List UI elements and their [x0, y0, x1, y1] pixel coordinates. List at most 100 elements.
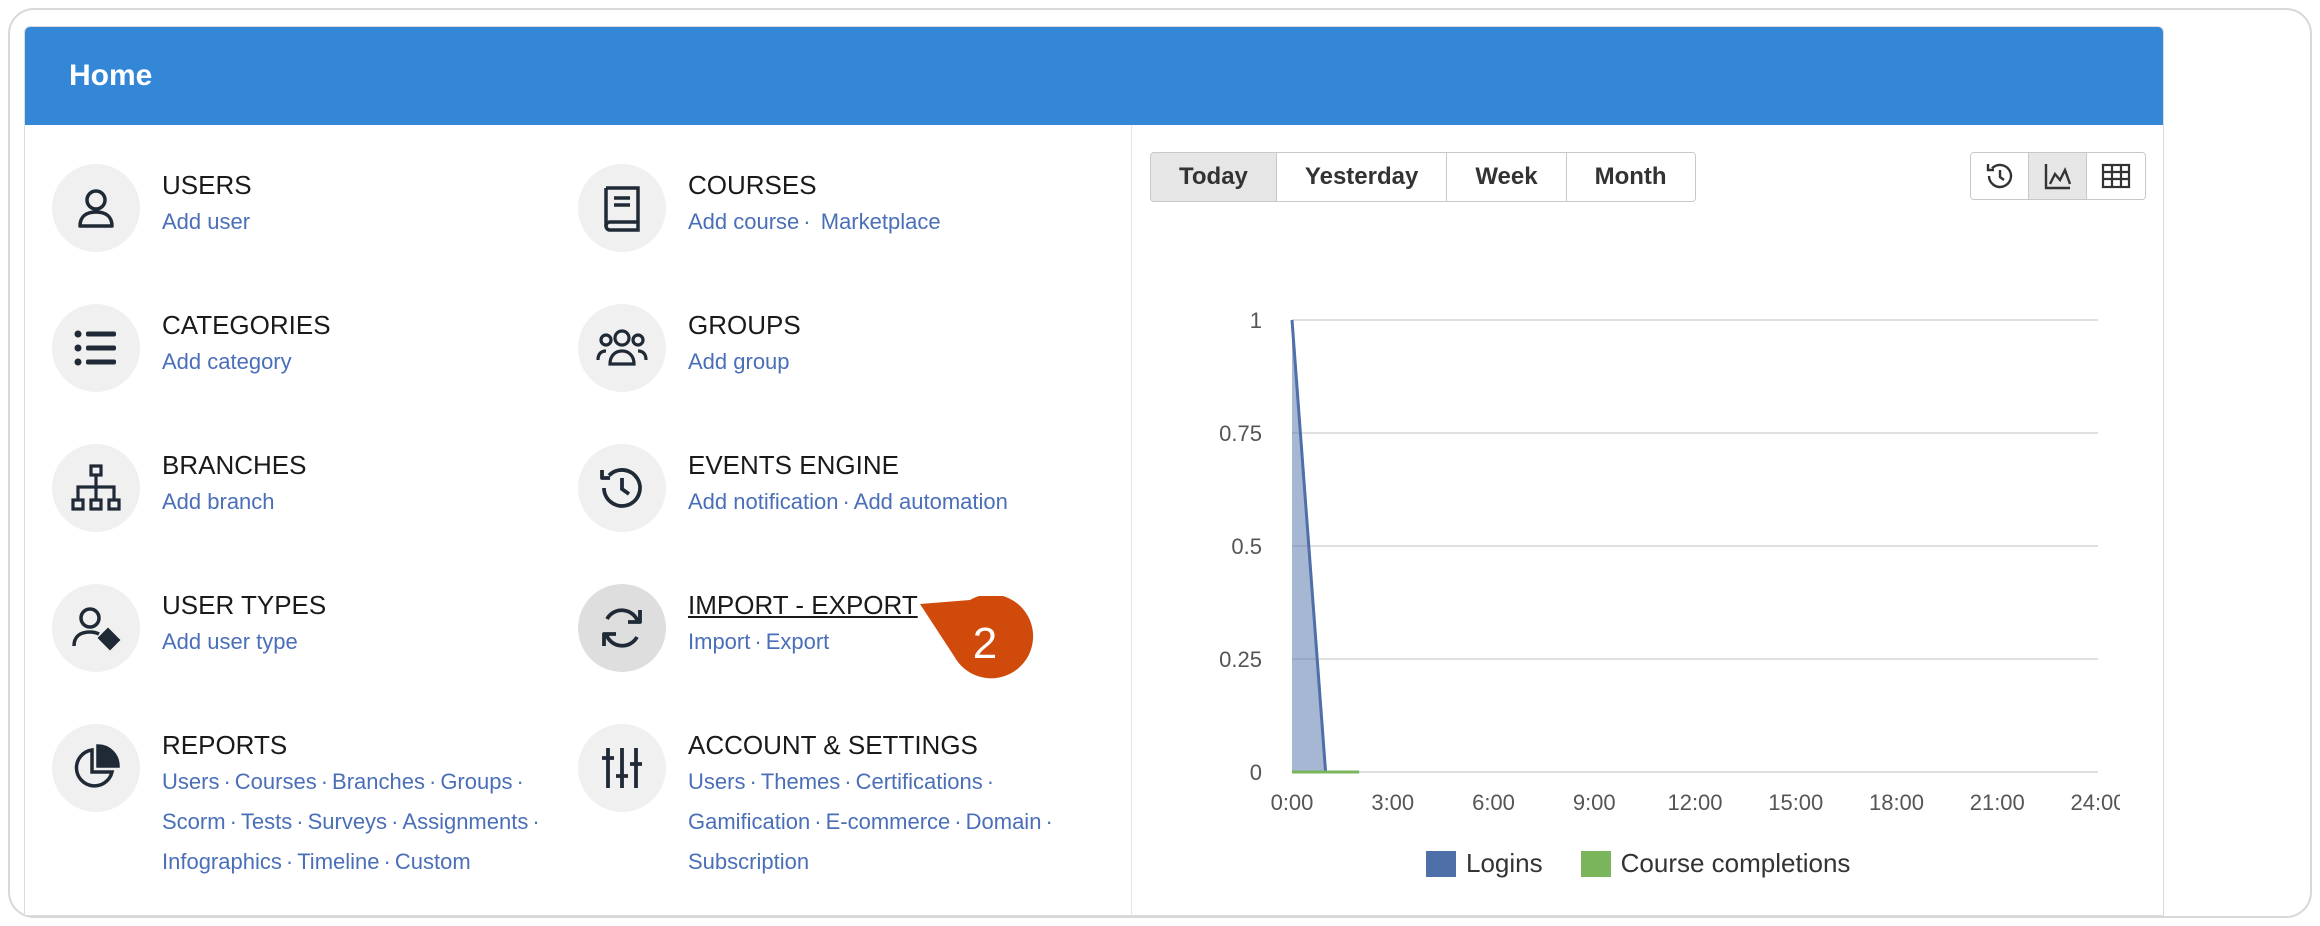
tab-today[interactable]: Today [1151, 153, 1277, 201]
reports-timeline-link[interactable]: Timeline [297, 849, 379, 874]
reports-section: REPORTS Users · Courses · Branches · Groups · S… [52, 724, 562, 882]
x-tick-label: 18:00 [1869, 790, 1924, 815]
reports-custom-link[interactable]: Custom [395, 849, 471, 874]
separator: · [229, 809, 237, 834]
groups-title[interactable]: GROUPS [688, 308, 801, 342]
x-tick-label: 24:00 [2070, 790, 2120, 815]
users-group-icon[interactable] [578, 304, 666, 392]
book-icon[interactable] [578, 164, 666, 252]
history-view-button[interactable] [1971, 153, 2029, 199]
separator: · [428, 769, 437, 794]
separator: · [814, 809, 822, 834]
tab-month[interactable]: Month [1566, 153, 1695, 201]
separator: · [749, 769, 757, 794]
chart-view-button[interactable] [2029, 153, 2087, 199]
reports-surveys-link[interactable]: Surveys [308, 809, 387, 834]
settings-domain-link[interactable]: Domain [966, 809, 1042, 834]
sync-icon[interactable] [578, 584, 666, 672]
settings-ecommerce-link[interactable]: E-commerce [826, 809, 951, 834]
export-link[interactable]: Export [766, 629, 830, 654]
history-icon[interactable] [578, 444, 666, 532]
pie-chart-icon[interactable] [52, 724, 140, 812]
add-category-link[interactable]: Add category [162, 349, 292, 374]
x-tick-label: 6:00 [1472, 790, 1515, 815]
import-link[interactable]: Import [688, 629, 750, 654]
y-tick-label: 0.75 [1219, 421, 1262, 446]
separator: · [803, 209, 811, 234]
reports-branches-link[interactable]: Branches [332, 769, 425, 794]
reports-infographics-link[interactable]: Infographics [162, 849, 282, 874]
reports-assignments-link[interactable]: Assignments [402, 809, 528, 834]
add-user-link[interactable]: Add user [162, 209, 250, 234]
marketplace-link[interactable]: Marketplace [821, 209, 941, 234]
separator: · [391, 809, 399, 834]
separator: · [320, 769, 329, 794]
legend-completions-label: Course completions [1620, 848, 1851, 878]
add-user-type-link[interactable]: Add user type [162, 629, 298, 654]
list-icon[interactable] [52, 304, 140, 392]
settings-subscription-link[interactable]: Subscription [688, 849, 809, 874]
legend-logins-label: Logins [1466, 848, 1543, 878]
events-engine-title[interactable]: EVENTS ENGINE [688, 448, 1008, 482]
separator: · [516, 769, 524, 794]
reports-title[interactable]: REPORTS [162, 728, 562, 762]
reports-tests-link[interactable]: Tests [241, 809, 292, 834]
separator: · [754, 629, 762, 654]
tab-yesterday[interactable]: Yesterday [1276, 153, 1448, 201]
x-tick-label: 3:00 [1371, 790, 1414, 815]
y-tick-label: 0.5 [1231, 534, 1262, 559]
home-header: Home [25, 27, 2163, 125]
reports-scorm-link[interactable]: Scorm [162, 809, 226, 834]
add-course-link[interactable]: Add course [688, 209, 799, 234]
import-export-title[interactable]: IMPORT - EXPORT [688, 588, 918, 622]
branches-title[interactable]: BRANCHES [162, 448, 306, 482]
separator: · [223, 769, 231, 794]
reports-courses-link[interactable]: Courses [235, 769, 317, 794]
sliders-icon[interactable] [578, 724, 666, 812]
tab-week[interactable]: Week [1447, 153, 1567, 201]
reports-users-link[interactable]: Users [162, 769, 219, 794]
view-toggle [1970, 152, 2146, 200]
events-engine-section: EVENTS ENGINE Add notification · Add autom… [578, 444, 1008, 532]
add-automation-link[interactable]: Add automation [854, 489, 1008, 514]
add-group-link[interactable]: Add group [688, 349, 790, 374]
settings-certifications-link[interactable]: Certifications [856, 769, 983, 794]
legend-logins-swatch [1426, 850, 1456, 877]
x-tick-label: 21:00 [1970, 790, 2025, 815]
courses-title[interactable]: COURSES [688, 168, 941, 202]
step-number: 2 [972, 619, 998, 668]
account-settings-title[interactable]: ACCOUNT & SETTINGS [688, 728, 1108, 762]
legend-logins[interactable]: Logins [1426, 848, 1543, 879]
courses-section: COURSES Add course · Marketplace [578, 164, 941, 252]
categories-section: CATEGORIES Add category [52, 304, 331, 392]
separator: · [296, 809, 304, 834]
categories-title[interactable]: CATEGORIES [162, 308, 331, 342]
x-tick-label: 9:00 [1573, 790, 1616, 815]
activity-chart: 0 0.25 0.5 0.75 1 0:00 3:00 6:00 9:00 12:00 15:00 1… [1219, 308, 2120, 815]
sitemap-icon[interactable] [52, 444, 140, 532]
settings-themes-link[interactable]: Themes [761, 769, 840, 794]
user-tag-icon[interactable] [52, 584, 140, 672]
separator: · [285, 849, 294, 874]
table-icon [2101, 163, 2131, 189]
separator: · [1045, 809, 1053, 834]
user-icon[interactable] [52, 164, 140, 252]
legend-completions-swatch [1580, 850, 1611, 877]
separator: · [986, 769, 995, 794]
separator: · [532, 809, 540, 834]
add-notification-link[interactable]: Add notification [688, 489, 838, 514]
legend-completions[interactable]: Course completions [1580, 848, 1851, 879]
users-title[interactable]: USERS [162, 168, 252, 202]
chart-legend: Logins Course completions [1426, 848, 1888, 879]
user-types-title[interactable]: USER TYPES [162, 588, 326, 622]
y-tick-label: 0.25 [1219, 647, 1262, 672]
settings-users-link[interactable]: Users [688, 769, 745, 794]
reports-groups-link[interactable]: Groups [440, 769, 512, 794]
settings-gamification-link[interactable]: Gamification [688, 809, 810, 834]
table-view-button[interactable] [2087, 153, 2145, 199]
import-export-section: IMPORT - EXPORT Import · Export [578, 584, 918, 672]
add-branch-link[interactable]: Add branch [162, 489, 275, 514]
x-tick-label: 0:00 [1271, 790, 1314, 815]
history-icon [1986, 163, 2012, 189]
users-section: USERS Add user [52, 164, 252, 252]
